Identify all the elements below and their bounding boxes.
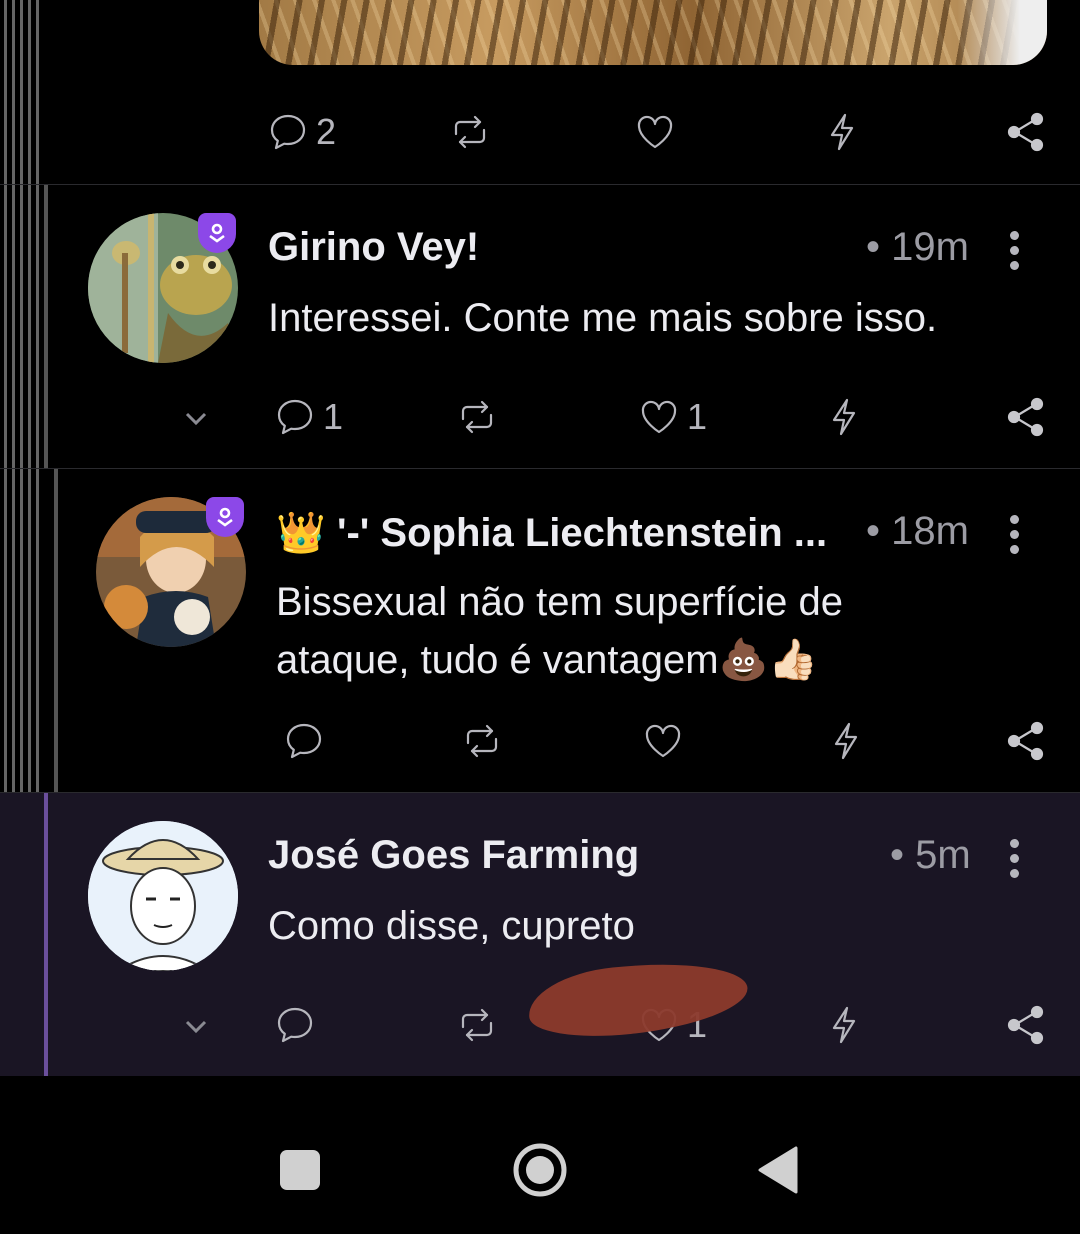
zap-button[interactable] (820, 102, 864, 162)
top-post-actions: 2 (0, 102, 1080, 162)
post-time: • 18m (866, 509, 969, 553)
reply-button[interactable] (282, 711, 326, 771)
repost-button[interactable] (448, 102, 492, 162)
post-actions: 1 1 (0, 387, 1080, 447)
post-actions (0, 711, 1080, 771)
post-jose[interactable]: José Goes Farming • 5m Como disse, cupre… (0, 792, 1080, 1076)
home-button[interactable] (512, 1142, 568, 1198)
author-name[interactable]: 👑 '-' Sophia Liechtenstein ... (276, 509, 827, 556)
post-media-image[interactable] (259, 0, 1047, 65)
repost-icon (461, 1008, 493, 1042)
repost-button[interactable] (455, 387, 499, 447)
like-button[interactable] (633, 102, 677, 162)
verified-shield-icon (217, 507, 233, 527)
lightning-icon (832, 1006, 856, 1044)
repost-icon (461, 400, 493, 434)
post-body-line: ataque, tudo é vantagem💩👍🏻 (276, 638, 819, 682)
verified-badge (206, 497, 244, 537)
repost-button[interactable] (460, 711, 504, 771)
like-count: 1 (687, 396, 708, 437)
author-name[interactable]: José Goes Farming (268, 833, 639, 878)
lightning-icon (830, 113, 854, 151)
heart-icon (645, 724, 681, 758)
system-nav-bar (0, 1076, 1080, 1234)
author-name-text: '-' Sophia Liechtenstein ... (336, 511, 828, 555)
share-button[interactable] (1004, 995, 1048, 1055)
repost-icon (466, 724, 498, 758)
comment-icon (270, 114, 306, 150)
author-name[interactable]: Girino Vey! (268, 225, 479, 270)
reply-button[interactable] (273, 995, 317, 1055)
share-icon (1007, 721, 1044, 761)
circle-icon (513, 1143, 567, 1197)
more-options-button[interactable] (1008, 231, 1020, 271)
reply-count: 1 (323, 396, 344, 437)
share-button[interactable] (1004, 387, 1048, 447)
more-options-button[interactable] (1008, 839, 1020, 879)
heart-icon (641, 400, 677, 434)
back-button[interactable] (758, 1146, 800, 1194)
reply-button[interactable]: 2 (266, 102, 336, 162)
heart-icon (637, 115, 673, 149)
zap-button[interactable] (822, 387, 866, 447)
square-icon (280, 1150, 320, 1190)
repost-button[interactable] (455, 995, 499, 1055)
lightning-icon (834, 722, 858, 760)
crown-emoji: 👑 (276, 511, 326, 555)
comment-icon (286, 723, 322, 759)
post-time: • 5m (890, 833, 971, 877)
share-button[interactable] (1004, 711, 1048, 771)
share-button[interactable] (1004, 102, 1048, 162)
zap-button[interactable] (822, 995, 866, 1055)
post-sophia[interactable]: 👑 '-' Sophia Liechtenstein ... • 18m Bis… (0, 468, 1080, 792)
zap-button[interactable] (824, 711, 868, 771)
like-button[interactable] (641, 711, 685, 771)
more-options-button[interactable] (1008, 515, 1020, 555)
feed-screen: 2 Girino Vey! • 19m Interessei. Conte me… (0, 0, 1080, 1234)
verified-shield-icon (209, 223, 225, 243)
like-button[interactable]: 1 (637, 387, 707, 447)
verified-badge (198, 213, 236, 253)
comment-icon (277, 399, 313, 435)
triangle-back-icon (758, 1146, 798, 1194)
post-body: Bissexual não tem superfície de ataque, … (276, 573, 843, 689)
post-body: Interessei. Conte me mais sobre isso. (268, 296, 938, 340)
reply-button[interactable]: 1 (273, 387, 343, 447)
post-time: • 19m (866, 225, 969, 269)
post-girino[interactable]: Girino Vey! • 19m Interessei. Conte me m… (0, 184, 1080, 468)
comment-icon (277, 1007, 313, 1043)
lightning-icon (832, 398, 856, 436)
post-body-line: Bissexual não tem superfície de (276, 580, 843, 624)
avatar[interactable] (88, 821, 238, 971)
recents-button[interactable] (280, 1150, 320, 1190)
reply-count: 2 (316, 111, 337, 152)
repost-icon (454, 115, 486, 149)
post-body: Como disse, cupreto (268, 904, 635, 948)
share-icon (1007, 112, 1044, 152)
share-icon (1007, 397, 1044, 437)
share-icon (1007, 1005, 1044, 1045)
